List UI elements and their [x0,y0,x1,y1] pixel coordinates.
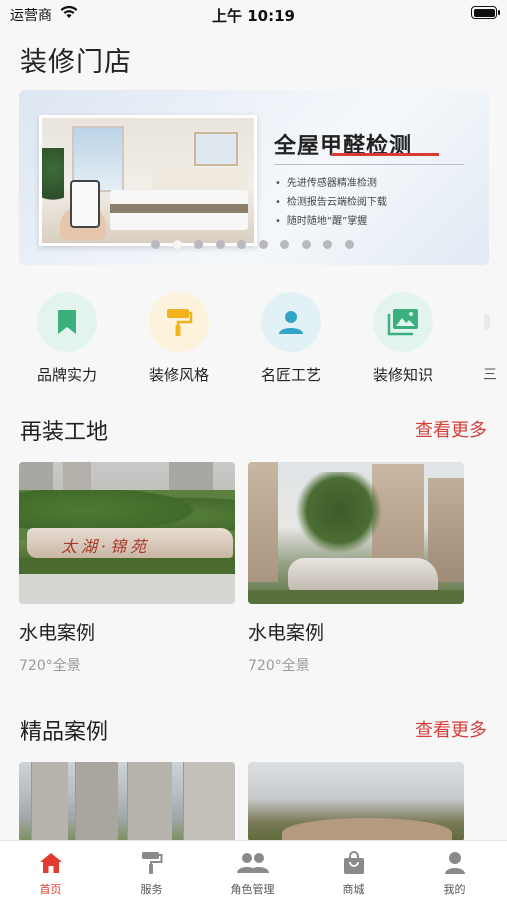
people-icon [236,853,269,873]
carousel-dot[interactable] [323,240,332,249]
promo-banner[interactable]: 全屋甲醛检测 先进传感器精准检测 检测报告云端检阅下载 随时随地“醒”掌握 [19,90,489,265]
category-label: 名匠工艺 [260,366,321,384]
tab-label: 角色管理 [230,883,275,896]
case-card[interactable] [19,762,235,842]
person-icon [279,311,303,334]
case-photo [248,762,464,842]
page-title: 装修门店 [20,47,132,78]
shopping-bag-icon [343,851,364,874]
case-photo [19,762,235,842]
category-knowledge[interactable]: 装修知识 [353,292,453,385]
category-row: 品牌实力 装修风格 名匠工艺 装修知识 三 [0,292,507,392]
section-title-cases: 精品案例 [20,720,109,745]
category-label: 装修知识 [372,366,433,384]
category-icon-circle [373,292,433,352]
banner-point: 检测报告云端检阅下载 [275,193,387,212]
card-subtitle: 720°全景 [248,658,310,674]
site-photo: 太湖·锦苑 [19,462,235,604]
card-title: 水电案例 [248,622,325,644]
carousel-dot[interactable] [258,240,268,249]
carousel-dot[interactable] [344,240,354,249]
carousel-dot[interactable] [237,240,246,249]
carousel-dot[interactable] [194,240,203,249]
tab-label: 商城 [342,883,365,896]
card-subtitle: 720°全景 [19,658,81,674]
view-more-sites-link[interactable]: 查看更多 [415,416,487,442]
site-card[interactable]: 太湖·锦苑 水电案例 720°全景 [19,462,235,675]
case-card[interactable] [248,762,464,842]
category-next-label: 三 [483,367,497,383]
photo-library-icon [387,309,418,336]
tab-service[interactable]: 服务 [101,849,202,897]
user-icon [444,852,465,874]
bedroom-photo [39,115,257,246]
carousel-dot[interactable] [301,240,311,249]
banner-points: 先进传感器精准检测 检测报告云端检阅下载 随时随地“醒”掌握 [275,174,387,231]
category-craft[interactable]: 名匠工艺 [241,292,341,385]
tab-label: 首页 [39,883,62,896]
tab-mall[interactable]: 商城 [303,849,404,897]
carousel-dot[interactable] [215,240,225,249]
tab-bar: 首页 服务 角色管理 商城 我的 [0,840,507,901]
carousel-dots[interactable] [151,240,354,249]
category-style[interactable]: 装修风格 [129,292,229,385]
site-photo [248,462,464,604]
banner-point: 先进传感器精准检测 [275,174,387,193]
home-icon [39,853,62,873]
heading-underline [331,153,439,156]
section-title-sites: 再装工地 [20,420,109,445]
category-icon-circle [261,292,321,352]
category-next-circle[interactable] [484,314,490,330]
category-label: 品牌实力 [36,366,97,384]
tab-label: 服务 [140,883,163,896]
status-bar: 运营商 上午 10:19 [0,0,507,28]
category-brand[interactable]: 品牌实力 [17,292,117,385]
view-more-cases-link[interactable]: 查看更多 [415,716,487,742]
tab-label: 我的 [443,883,466,896]
paint-roller-icon [141,852,162,874]
carousel-dot[interactable] [151,240,160,249]
category-icon-circle [149,292,209,352]
category-label: 装修风格 [148,366,209,384]
paint-roller-icon [167,309,193,336]
tab-mine[interactable]: 我的 [404,849,505,897]
bookmark-icon [58,310,76,334]
site-card[interactable]: 水电案例 720°全景 [248,462,464,675]
carousel-dot[interactable] [172,240,182,249]
category-icon-circle [37,292,97,352]
tab-home[interactable]: 首页 [0,849,101,897]
battery-icon [471,6,500,19]
rock-inscription: 太湖·锦苑 [61,537,151,556]
clock: 上午 10:19 [212,7,295,25]
tab-roles[interactable]: 角色管理 [202,849,303,897]
carousel-dot[interactable] [280,240,289,249]
card-title: 水电案例 [19,622,96,644]
divider [274,164,464,165]
banner-point: 随时随地“醒”掌握 [275,212,387,231]
